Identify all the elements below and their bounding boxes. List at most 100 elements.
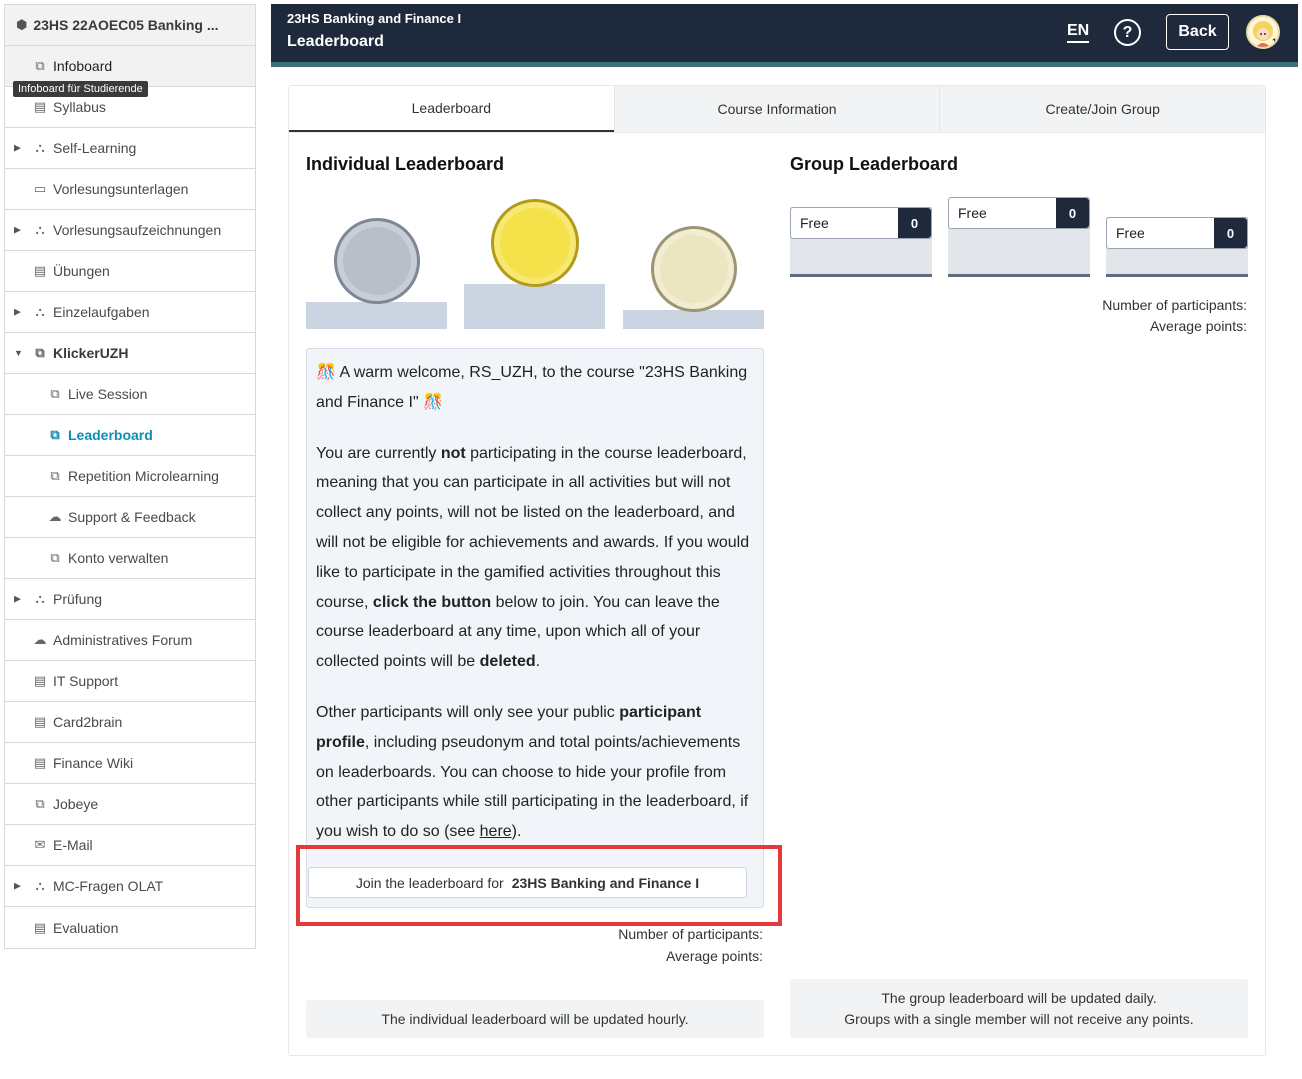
nodes-icon: ⛬ [35, 222, 45, 237]
sidebar-course-title[interactable]: ⬢ 23HS 22AOEC05 Banking ... [5, 5, 255, 46]
nodes-icon: ⛬ [35, 304, 45, 319]
infoboard-tooltip: Infoboard für Studierende [13, 81, 148, 97]
back-button[interactable]: Back [1166, 14, 1229, 50]
sidebar-item-jobeye[interactable]: ⧉ Jobeye [5, 784, 255, 825]
sidebar-item-label: Vorlesungsaufzeichnungen [53, 222, 222, 238]
sidebar-item-live-session[interactable]: ⧉ Live Session [5, 374, 255, 415]
group-name: Free [1116, 225, 1145, 241]
language-switch[interactable]: EN [1067, 22, 1090, 43]
welcome-paragraph: 🎊 A warm welcome, RS_UZH, to the course … [316, 358, 754, 418]
external-link-icon: ⧉ [35, 796, 45, 811]
external-link-icon: ⧉ [50, 427, 60, 442]
sidebar-item-vorlesungsaufzeichnungen[interactable]: ▶ ⛬ Vorlesungsaufzeichnungen [5, 210, 255, 251]
folder-icon: ▭ [33, 181, 47, 196]
caret-right-icon[interactable]: ▶ [14, 594, 21, 605]
sidebar-item-label: Übungen [53, 263, 110, 279]
sidebar-item-pruefung[interactable]: ▶ ⛬ Prüfung [5, 579, 255, 620]
group-leaderboard-heading: Group Leaderboard [790, 154, 959, 174]
course-sidebar: ⬢ 23HS 22AOEC05 Banking ... ⧉ Infoboard … [4, 4, 256, 949]
sidebar-item-card2brain[interactable]: ▤ Card2brain [5, 702, 255, 743]
document-icon: ▤ [33, 263, 47, 278]
group-average-label: Average points: [1149, 318, 1247, 334]
sidebar-item-mc-fragen-olat[interactable]: ▶ ⛬ MC-Fragen OLAT [5, 866, 255, 907]
sidebar-item-self-learning[interactable]: ▶ ⛬ Self-Learning [5, 128, 255, 169]
sidebar-item-label: Support & Feedback [68, 509, 196, 525]
sidebar-item-support-feedback[interactable]: ☁ Support & Feedback [5, 497, 255, 538]
sidebar-item-administratives-forum[interactable]: ☁ Administratives Forum [5, 620, 255, 661]
sidebar-item-label: Live Session [68, 386, 148, 402]
individual-participants-label: Number of participants: [618, 926, 763, 942]
sidebar-item-einzelaufgaben[interactable]: ▶ ⛬ Einzelaufgaben [5, 292, 255, 333]
text-segment: . [535, 653, 541, 671]
gold-medal-icon [491, 199, 579, 287]
tab-create-join-group[interactable]: Create/Join Group [939, 86, 1266, 132]
help-icon[interactable]: ? [1114, 19, 1141, 46]
caret-down-icon[interactable]: ▼ [14, 348, 23, 358]
individual-update-note: The individual leaderboard will be updat… [306, 1000, 764, 1038]
sidebar-item-uebungen[interactable]: ▤ Übungen [5, 251, 255, 292]
sidebar-item-label: E-Mail [53, 837, 93, 853]
group-slot: Free 0 [790, 207, 932, 239]
sidebar-item-label: Jobeye [53, 796, 99, 812]
group-points: 0 [1214, 218, 1247, 248]
mail-icon: ✉ [34, 837, 46, 852]
avatar[interactable]: 1 [1246, 15, 1280, 49]
sidebar-item-label: Konto verwalten [68, 550, 169, 566]
document-icon: ▤ [33, 919, 47, 935]
tab-bar: Leaderboard Course Information Create/Jo… [289, 86, 1266, 133]
sidebar-course-title-text: 23HS 22AOEC05 Banking ... [33, 17, 219, 33]
sidebar-item-vorlesungsunterlagen[interactable]: ▭ Vorlesungsunterlagen [5, 169, 255, 210]
sidebar-item-label: Administratives Forum [53, 632, 193, 648]
external-link-icon: ⧉ [50, 550, 60, 565]
emphasis-not: not [440, 444, 466, 462]
join-button-label: Join the leaderboard for [355, 874, 504, 891]
group-name: Free [958, 205, 987, 221]
sidebar-item-konto-verwalten[interactable]: ⧉ Konto verwalten [5, 538, 255, 579]
sidebar-item-label: Einzelaufgaben [53, 304, 150, 320]
tab-leaderboard[interactable]: Leaderboard [289, 86, 614, 132]
sidebar-item-label: Leaderboard [68, 427, 153, 443]
caret-right-icon[interactable]: ▶ [14, 225, 21, 236]
sidebar-item-label: Syllabus [53, 99, 106, 115]
group-points: 0 [1056, 198, 1089, 228]
sidebar-item-leaderboard[interactable]: ⧉ Leaderboard [5, 415, 255, 456]
nodes-icon: ⛬ [35, 140, 45, 155]
sidebar-item-label: Card2brain [53, 714, 123, 730]
sidebar-item-it-support[interactable]: ▤ IT Support [5, 661, 255, 702]
group-update-note: The group leaderboard will be updated da… [790, 979, 1248, 1038]
individual-leaderboard-heading: Individual Leaderboard [306, 154, 505, 174]
caret-right-icon[interactable]: ▶ [14, 143, 21, 154]
podium-first [464, 284, 605, 329]
group-points: 0 [898, 208, 931, 238]
profile-paragraph: Other participants will only see your pu… [316, 698, 754, 847]
group-slot: Free 0 [948, 197, 1090, 229]
external-link-icon: ⧉ [50, 468, 60, 483]
individual-update-note-text: The individual leaderboard will be updat… [381, 1010, 689, 1027]
join-leaderboard-button[interactable]: Join the leaderboard for 23HS Banking an… [308, 867, 747, 898]
caret-right-icon[interactable]: ▶ [14, 881, 21, 892]
welcome-message: 🎊 A warm welcome, RS_UZH, to the course … [306, 348, 764, 908]
sidebar-item-finance-wiki[interactable]: ▤ Finance Wiki [5, 743, 255, 784]
podium-third [623, 310, 764, 329]
sidebar-item-label: Prüfung [53, 591, 103, 607]
sidebar-item-repetition-microlearning[interactable]: ⧉ Repetition Microlearning [5, 456, 255, 497]
group-update-note-line2: Groups with a single member will not rec… [844, 1010, 1194, 1027]
sidebar-item-label: Vorlesungsunterlagen [53, 181, 189, 197]
sidebar-item-email[interactable]: ✉ E-Mail [5, 825, 255, 866]
external-link-icon: ⧉ [35, 345, 45, 360]
participation-paragraph: You are currently not participating in t… [316, 439, 754, 677]
silver-medal-icon [334, 218, 420, 304]
bronze-medal-icon [651, 226, 737, 312]
text-segment: participating in the course leaderboard,… [316, 444, 750, 611]
avatar-level-badge: 1 [1271, 37, 1277, 47]
sidebar-item-klickeruzh[interactable]: ▼ ⧉ KlickerUZH [5, 333, 255, 374]
document-icon: ▤ [33, 673, 47, 688]
cube-icon: ⬢ [16, 17, 28, 32]
tab-course-information[interactable]: Course Information [613, 86, 940, 132]
document-icon: ▤ [33, 99, 47, 114]
document-icon: ▤ [33, 755, 47, 770]
here-link[interactable]: here [480, 823, 512, 840]
caret-right-icon[interactable]: ▶ [14, 307, 21, 318]
sidebar-item-evaluation[interactable]: ▤ Evaluation [5, 907, 255, 948]
document-icon: ▤ [33, 714, 47, 729]
